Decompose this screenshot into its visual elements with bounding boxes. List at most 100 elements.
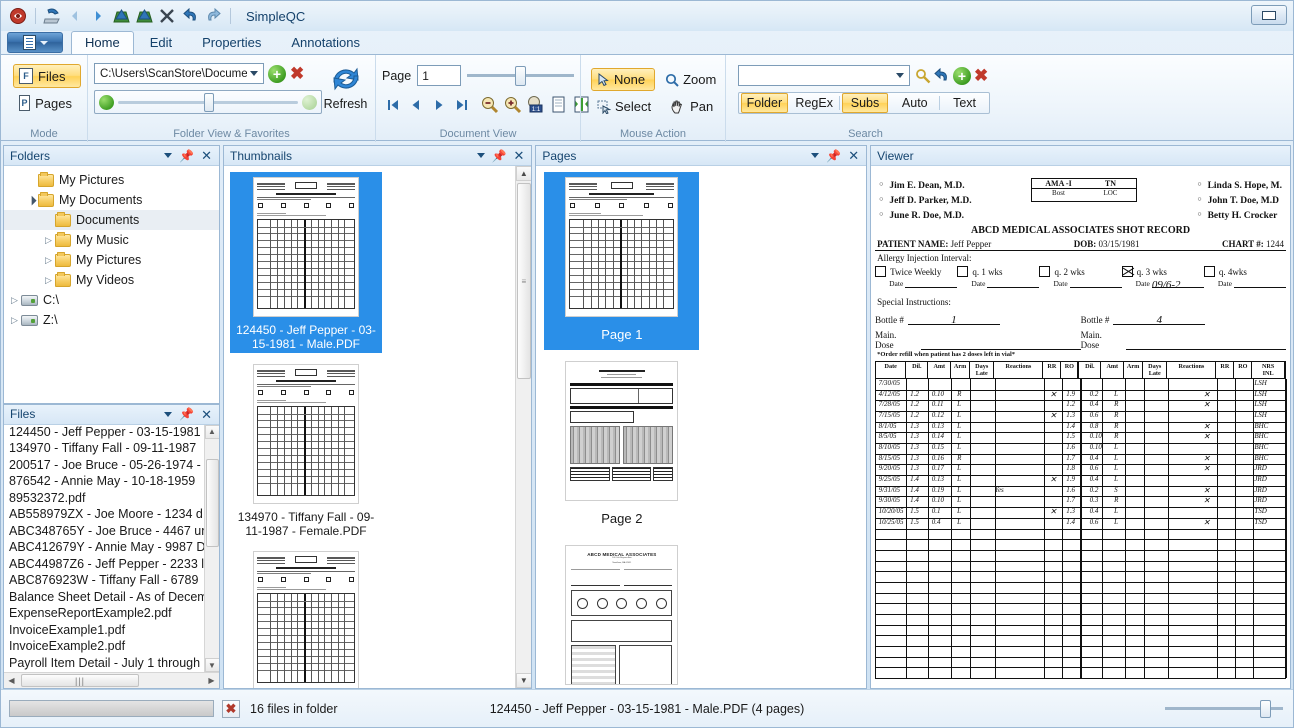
scroll-down-icon[interactable]: ▼ [515,673,532,688]
page-item[interactable]: Page 2 [544,356,699,534]
folder-tree-item[interactable]: Documents [4,210,219,230]
folder-tree-item[interactable]: ▷ C:\ [4,290,219,310]
folder-tree-item[interactable]: ▷ My Pictures [4,250,219,270]
refresh-button[interactable]: Refresh [322,60,369,114]
files-list[interactable]: 124450 - Jeff Pepper - 03-15-1981 134970 … [4,424,204,673]
app-logo-icon[interactable] [7,5,29,27]
scroll-up-icon[interactable]: ▲ [515,166,532,181]
panel-menu-icon[interactable] [164,411,173,417]
mode-pages-button[interactable]: P Pages [13,91,81,115]
scroll-thumb[interactable] [205,458,219,547]
file-list-item[interactable]: 89532372.pdf [4,491,204,508]
page-number-input[interactable]: 1 [417,65,462,86]
delete-x-icon[interactable] [156,5,178,27]
mouse-none-button[interactable]: None [591,68,656,91]
folder-tree-item[interactable]: ◢ My Documents [4,190,219,210]
folder-tree-item[interactable]: ▷ My Music [4,230,219,250]
thumbnails-grid[interactable]: 124450 - Jeff Pepper - 03-15-1981 - Male… [224,166,516,688]
favorites-back-icon[interactable] [99,94,114,110]
favorites-slider[interactable] [94,90,322,114]
pin-icon[interactable]: 📌 [179,149,194,163]
pin-icon[interactable]: 📌 [492,149,507,163]
file-list-item[interactable]: ABC876923W - Tiffany Fall - 6789 [4,573,204,590]
favorites-slider-thumb[interactable] [204,92,215,112]
remove-favorite-icon[interactable]: ✖ [290,65,304,82]
next-arrow-icon[interactable] [87,5,109,27]
stop-icon[interactable]: ✖ [222,699,240,718]
folders-tree[interactable]: My Pictures ◢ My Documents Documents ▷ My Mus… [4,166,219,403]
page-item[interactable]: Page 1 [544,172,700,350]
remove-search-icon[interactable]: ✖ [974,67,988,84]
zoom-out-icon[interactable] [478,93,500,116]
file-list-item[interactable]: 134970 - Tiffany Fall - 09-11-1987 [4,441,204,458]
scan-icon[interactable] [41,5,63,27]
folder-tree-item[interactable]: ▷ My Videos [4,270,219,290]
mouse-pan-button[interactable]: Pan [665,95,723,118]
zoom-in-icon[interactable] [501,93,523,116]
thumbnail-item[interactable]: 124450 - Jeff Pepper - 03-15-1981 - Male… [230,172,382,353]
chevron-down-icon[interactable] [896,73,904,78]
search-toggle-regex[interactable]: RegEx [792,94,837,112]
panel-menu-icon[interactable] [476,153,485,158]
viewer-document-canvas[interactable]: Jim E. Dean, M.D.Jeff D. Parker, M.D.Jun… [871,166,1290,688]
add-favorite-icon[interactable]: + [268,64,286,83]
mouse-zoom-button[interactable]: Zoom [659,68,726,91]
add-search-icon[interactable]: + [953,66,971,85]
favorites-slider-track[interactable] [118,92,298,112]
scroll-left-icon[interactable]: ◀ [4,674,19,688]
search-toggle-auto[interactable]: Auto [892,94,937,112]
pin-icon[interactable]: 📌 [179,407,194,421]
redo-icon[interactable] [202,5,224,27]
files-vertical-scrollbar[interactable]: ▲ ▼ [204,424,219,672]
tab-properties[interactable]: Properties [188,31,275,54]
undo-icon[interactable] [179,5,201,27]
file-list-item[interactable]: ExpenseReportExample2.pdf [4,606,204,623]
thumbnail-item[interactable]: 134970 - Tiffany Fall - 09-11-1987 - Fem… [230,359,382,540]
search-toggle-folder[interactable]: Folder [741,93,788,113]
chevron-down-icon[interactable] [250,71,258,76]
file-list-item[interactable]: ABC348765Y - Joe Bruce - 4467 un [4,524,204,541]
status-slider-thumb[interactable] [1260,699,1271,718]
status-zoom-slider[interactable] [1165,699,1283,718]
expander-closed-icon[interactable]: ▷ [42,235,55,246]
panel-menu-icon[interactable] [164,153,173,158]
mode-files-button[interactable]: F Files [13,64,81,88]
next-page-icon[interactable] [428,93,449,116]
folder-tree-item[interactable]: My Pictures [4,170,219,190]
expander-closed-icon[interactable]: ▷ [8,295,21,306]
export-down-icon[interactable] [133,5,155,27]
thumbnails-scrollbar[interactable]: ▲ ≡ ▼ [515,166,532,688]
file-list-item[interactable]: Payroll Item Detail - July 1 through [4,656,204,673]
close-icon[interactable]: ✕ [201,408,212,421]
files-horizontal-scrollbar[interactable]: ◀ ||| ▶ [4,672,219,688]
file-list-item[interactable]: ABC412679Y - Annie May - 9987 D [4,540,204,557]
search-input[interactable] [738,65,910,86]
file-list-item[interactable]: AB558979ZX - Joe Moore - 1234 d [4,507,204,524]
search-magnifier-icon[interactable] [915,68,931,84]
tab-home[interactable]: Home [71,31,134,54]
file-list-item[interactable]: InvoiceExample2.pdf [4,639,204,656]
restore-window-button[interactable] [1251,5,1287,25]
scroll-right-icon[interactable]: ▶ [204,674,219,688]
panel-menu-icon[interactable] [811,153,820,158]
tab-edit[interactable]: Edit [136,31,186,54]
file-list-item[interactable]: ABC44987Z6 - Jeff Pepper - 2233 l [4,557,204,574]
file-list-item[interactable]: 124450 - Jeff Pepper - 03-15-1981 [4,425,204,442]
expander-closed-icon[interactable]: ▷ [8,315,21,326]
expander-closed-icon[interactable]: ▷ [42,255,55,266]
last-page-icon[interactable] [451,93,472,116]
zoom-slider-thumb[interactable] [515,65,527,86]
application-menu-button[interactable] [7,32,63,53]
close-icon[interactable]: ✕ [201,149,212,162]
scroll-down-icon[interactable]: ▼ [204,658,219,672]
fit-page-icon[interactable] [547,93,569,116]
file-list-item[interactable]: 200517 - Joe Bruce - 05-26-1974 - [4,458,204,475]
page-item[interactable]: ABCD MEDICAL ASSOCIATES 100 Oak Bayview … [544,540,699,688]
hscroll-thumb[interactable]: ||| [21,674,139,687]
pin-icon[interactable]: 📌 [826,149,841,163]
search-toggle-subs[interactable]: Subs [841,93,889,113]
first-page-icon[interactable] [382,93,403,116]
close-icon[interactable]: ✕ [513,149,524,162]
document-zoom-slider[interactable] [467,65,574,86]
expander-closed-icon[interactable]: ▷ [42,275,55,286]
